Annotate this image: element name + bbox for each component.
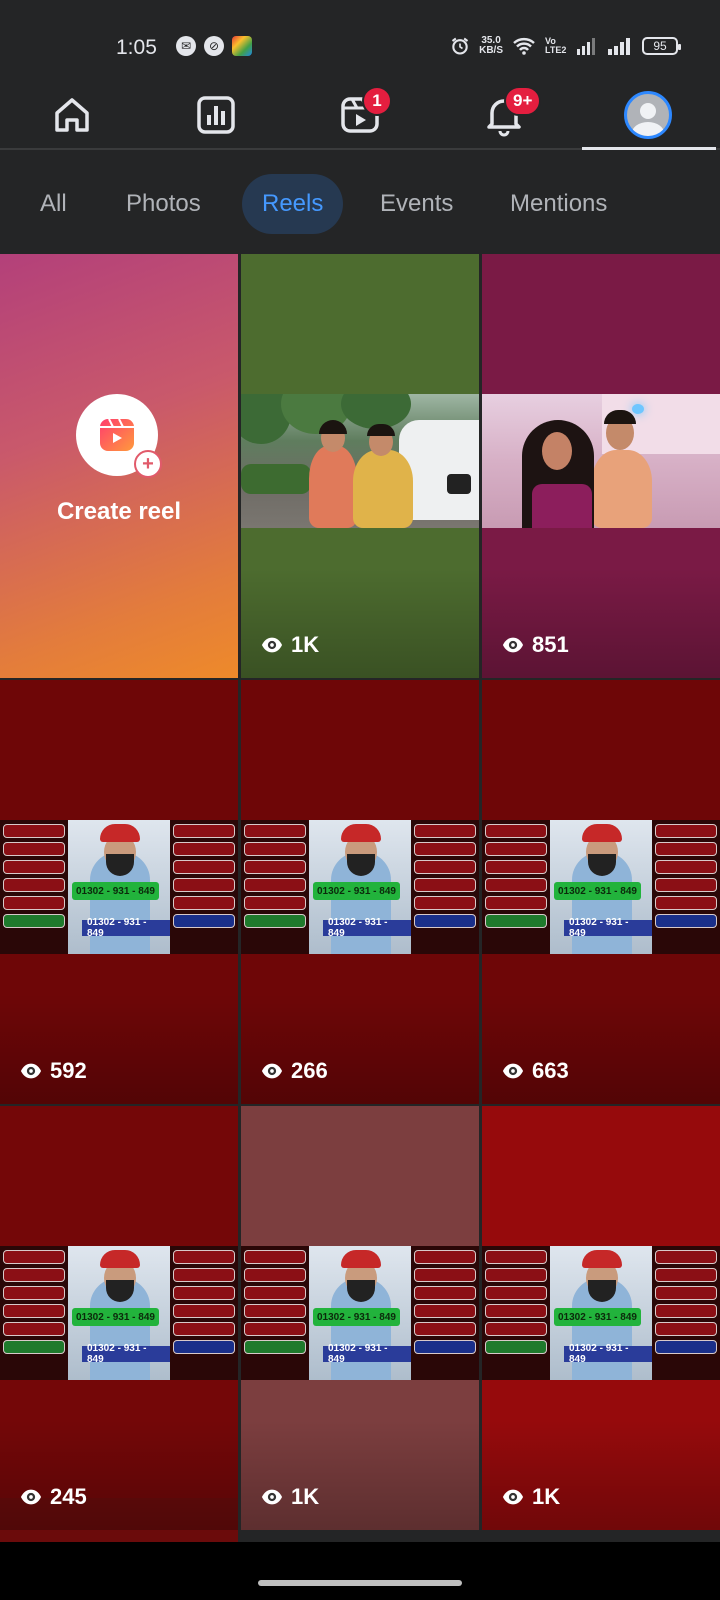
reel-thumbnail: 01302 - 931 - 849 01302 - 931 - 849	[241, 820, 479, 954]
status-notifications: ✉ ⊘	[176, 36, 252, 56]
view-count: 1K	[261, 632, 319, 658]
avatar-icon	[624, 91, 672, 139]
tab-photos[interactable]: Photos	[106, 174, 221, 234]
battery-indicator: 95	[642, 37, 681, 55]
battery-level: 95	[653, 39, 667, 53]
view-count: 266	[261, 1058, 328, 1084]
reel-tile[interactable]: 01302 - 931 - 849 01302 - 931 - 849 663	[482, 680, 720, 1104]
alarm-icon	[451, 37, 469, 55]
contact-phone: 01302 - 931 - 849	[82, 917, 170, 939]
view-count: 1K	[261, 1484, 319, 1510]
view-count-text: 851	[532, 632, 569, 657]
eye-icon	[261, 1063, 283, 1079]
game-app-icon	[232, 36, 252, 56]
home-icon	[55, 98, 89, 132]
volte-indicator: Vo LTE2	[545, 36, 567, 55]
whatsapp-phone: 01302 - 931 - 849	[313, 882, 400, 900]
network-speed: 35.0 KB/S	[479, 36, 503, 56]
add-icon: +	[134, 450, 162, 478]
view-count-text: 1K	[291, 632, 320, 657]
view-count: 592	[20, 1058, 87, 1084]
contact-phone: 01302 - 931 - 849	[82, 1343, 170, 1365]
nav-active-indicator	[582, 147, 716, 150]
reel-tile[interactable]: 01302 - 931 - 849 01302 - 931 - 849 245	[0, 1106, 238, 1530]
reel-thumbnail: 01302 - 931 - 849 01302 - 931 - 849	[0, 820, 238, 954]
tab-all[interactable]: All	[20, 174, 87, 234]
reel-thumbnail: 01302 - 931 - 849 01302 - 931 - 849	[482, 820, 720, 954]
view-count-text: 245	[50, 1484, 87, 1509]
eye-icon	[261, 637, 283, 653]
navigation-bar	[0, 1542, 720, 1600]
view-count: 851	[502, 632, 569, 658]
network-speed-unit: KB/S	[479, 45, 503, 56]
create-reel-tile[interactable]: + Create reel	[0, 254, 238, 678]
whatsapp-phone: 01302 - 931 - 849	[72, 1308, 159, 1326]
bar-chart-icon	[197, 96, 235, 134]
video-badge: 1	[362, 86, 392, 116]
view-count: 245	[20, 1484, 87, 1510]
contact-phone: 01302 - 931 - 849	[323, 1343, 411, 1365]
view-count-text: 663	[532, 1058, 569, 1083]
wifi-icon	[513, 38, 535, 55]
eye-icon	[502, 637, 524, 653]
reel-tile[interactable]: 01302 - 931 - 849 01302 - 931 - 849 1K	[241, 1106, 479, 1530]
tab-events[interactable]: Events	[360, 174, 473, 234]
notifications-badge: 9+	[504, 86, 542, 116]
view-count-text: 592	[50, 1058, 87, 1083]
whatsapp-phone: 01302 - 931 - 849	[72, 882, 159, 900]
view-count: 663	[502, 1058, 569, 1084]
create-reel-label: Create reel	[56, 498, 182, 525]
reel-thumbnail: 01302 - 931 - 849 01302 - 931 - 849	[482, 1246, 720, 1380]
whatsapp-phone: 01302 - 931 - 849	[554, 882, 641, 900]
nav-home[interactable]	[0, 80, 144, 150]
reel-thumbnail	[482, 394, 720, 528]
reel-thumbnail: 01302 - 931 - 849 01302 - 931 - 849	[0, 1246, 238, 1380]
eye-icon	[502, 1489, 524, 1505]
view-count-text: 266	[291, 1058, 328, 1083]
reel-tile[interactable]: 01302 - 931 - 849 01302 - 931 - 849 1K	[482, 1106, 720, 1530]
tab-reels[interactable]: Reels	[242, 174, 344, 234]
reel-thumbnail: 01302 - 931 - 849 01302 - 931 - 849	[241, 1246, 479, 1380]
status-time: 1:05	[116, 36, 157, 59]
messenger-icon: ✉	[176, 36, 196, 56]
contact-phone: 01302 - 931 - 849	[564, 1343, 652, 1365]
eye-icon	[20, 1063, 42, 1079]
nav-notifications[interactable]: 9+	[432, 80, 576, 150]
reel-tile[interactable]: 1K	[241, 254, 479, 678]
eye-icon	[502, 1063, 524, 1079]
reel-tile[interactable]: 01302 - 931 - 849 01302 - 931 - 849 266	[241, 680, 479, 1104]
signal-1-icon	[577, 38, 595, 55]
status-bar: 1:05 ✉ ⊘ 35.0 KB/S Vo LTE2 95	[0, 0, 720, 80]
whatsapp-phone: 01302 - 931 - 849	[313, 1308, 400, 1326]
content-tabs: All Photos Reels Events Mentions	[0, 152, 720, 254]
home-indicator[interactable]	[258, 1580, 462, 1586]
app-notification-icon: ⊘	[204, 36, 224, 56]
status-indicators: 35.0 KB/S Vo LTE2 95	[450, 36, 681, 56]
top-navigation: 1 9+	[0, 80, 720, 150]
view-count-text: 1K	[532, 1484, 561, 1509]
whatsapp-phone: 01302 - 931 - 849	[554, 1308, 641, 1326]
eye-icon	[20, 1489, 42, 1505]
view-count-text: 1K	[291, 1484, 320, 1509]
contact-phone: 01302 - 931 - 849	[564, 917, 652, 939]
reel-thumbnail	[241, 394, 479, 528]
nav-dashboard[interactable]	[144, 80, 288, 150]
eye-icon	[261, 1489, 283, 1505]
view-count: 1K	[502, 1484, 560, 1510]
nav-video[interactable]: 1	[288, 80, 432, 150]
nav-profile[interactable]	[576, 80, 720, 150]
tab-mentions[interactable]: Mentions	[490, 174, 627, 234]
reel-tile[interactable]: 01302 - 931 - 849 01302 - 931 - 849 592	[0, 680, 238, 1104]
signal-2-icon	[608, 38, 630, 55]
contact-phone: 01302 - 931 - 849	[323, 917, 411, 939]
reel-tile[interactable]: 851	[482, 254, 720, 678]
